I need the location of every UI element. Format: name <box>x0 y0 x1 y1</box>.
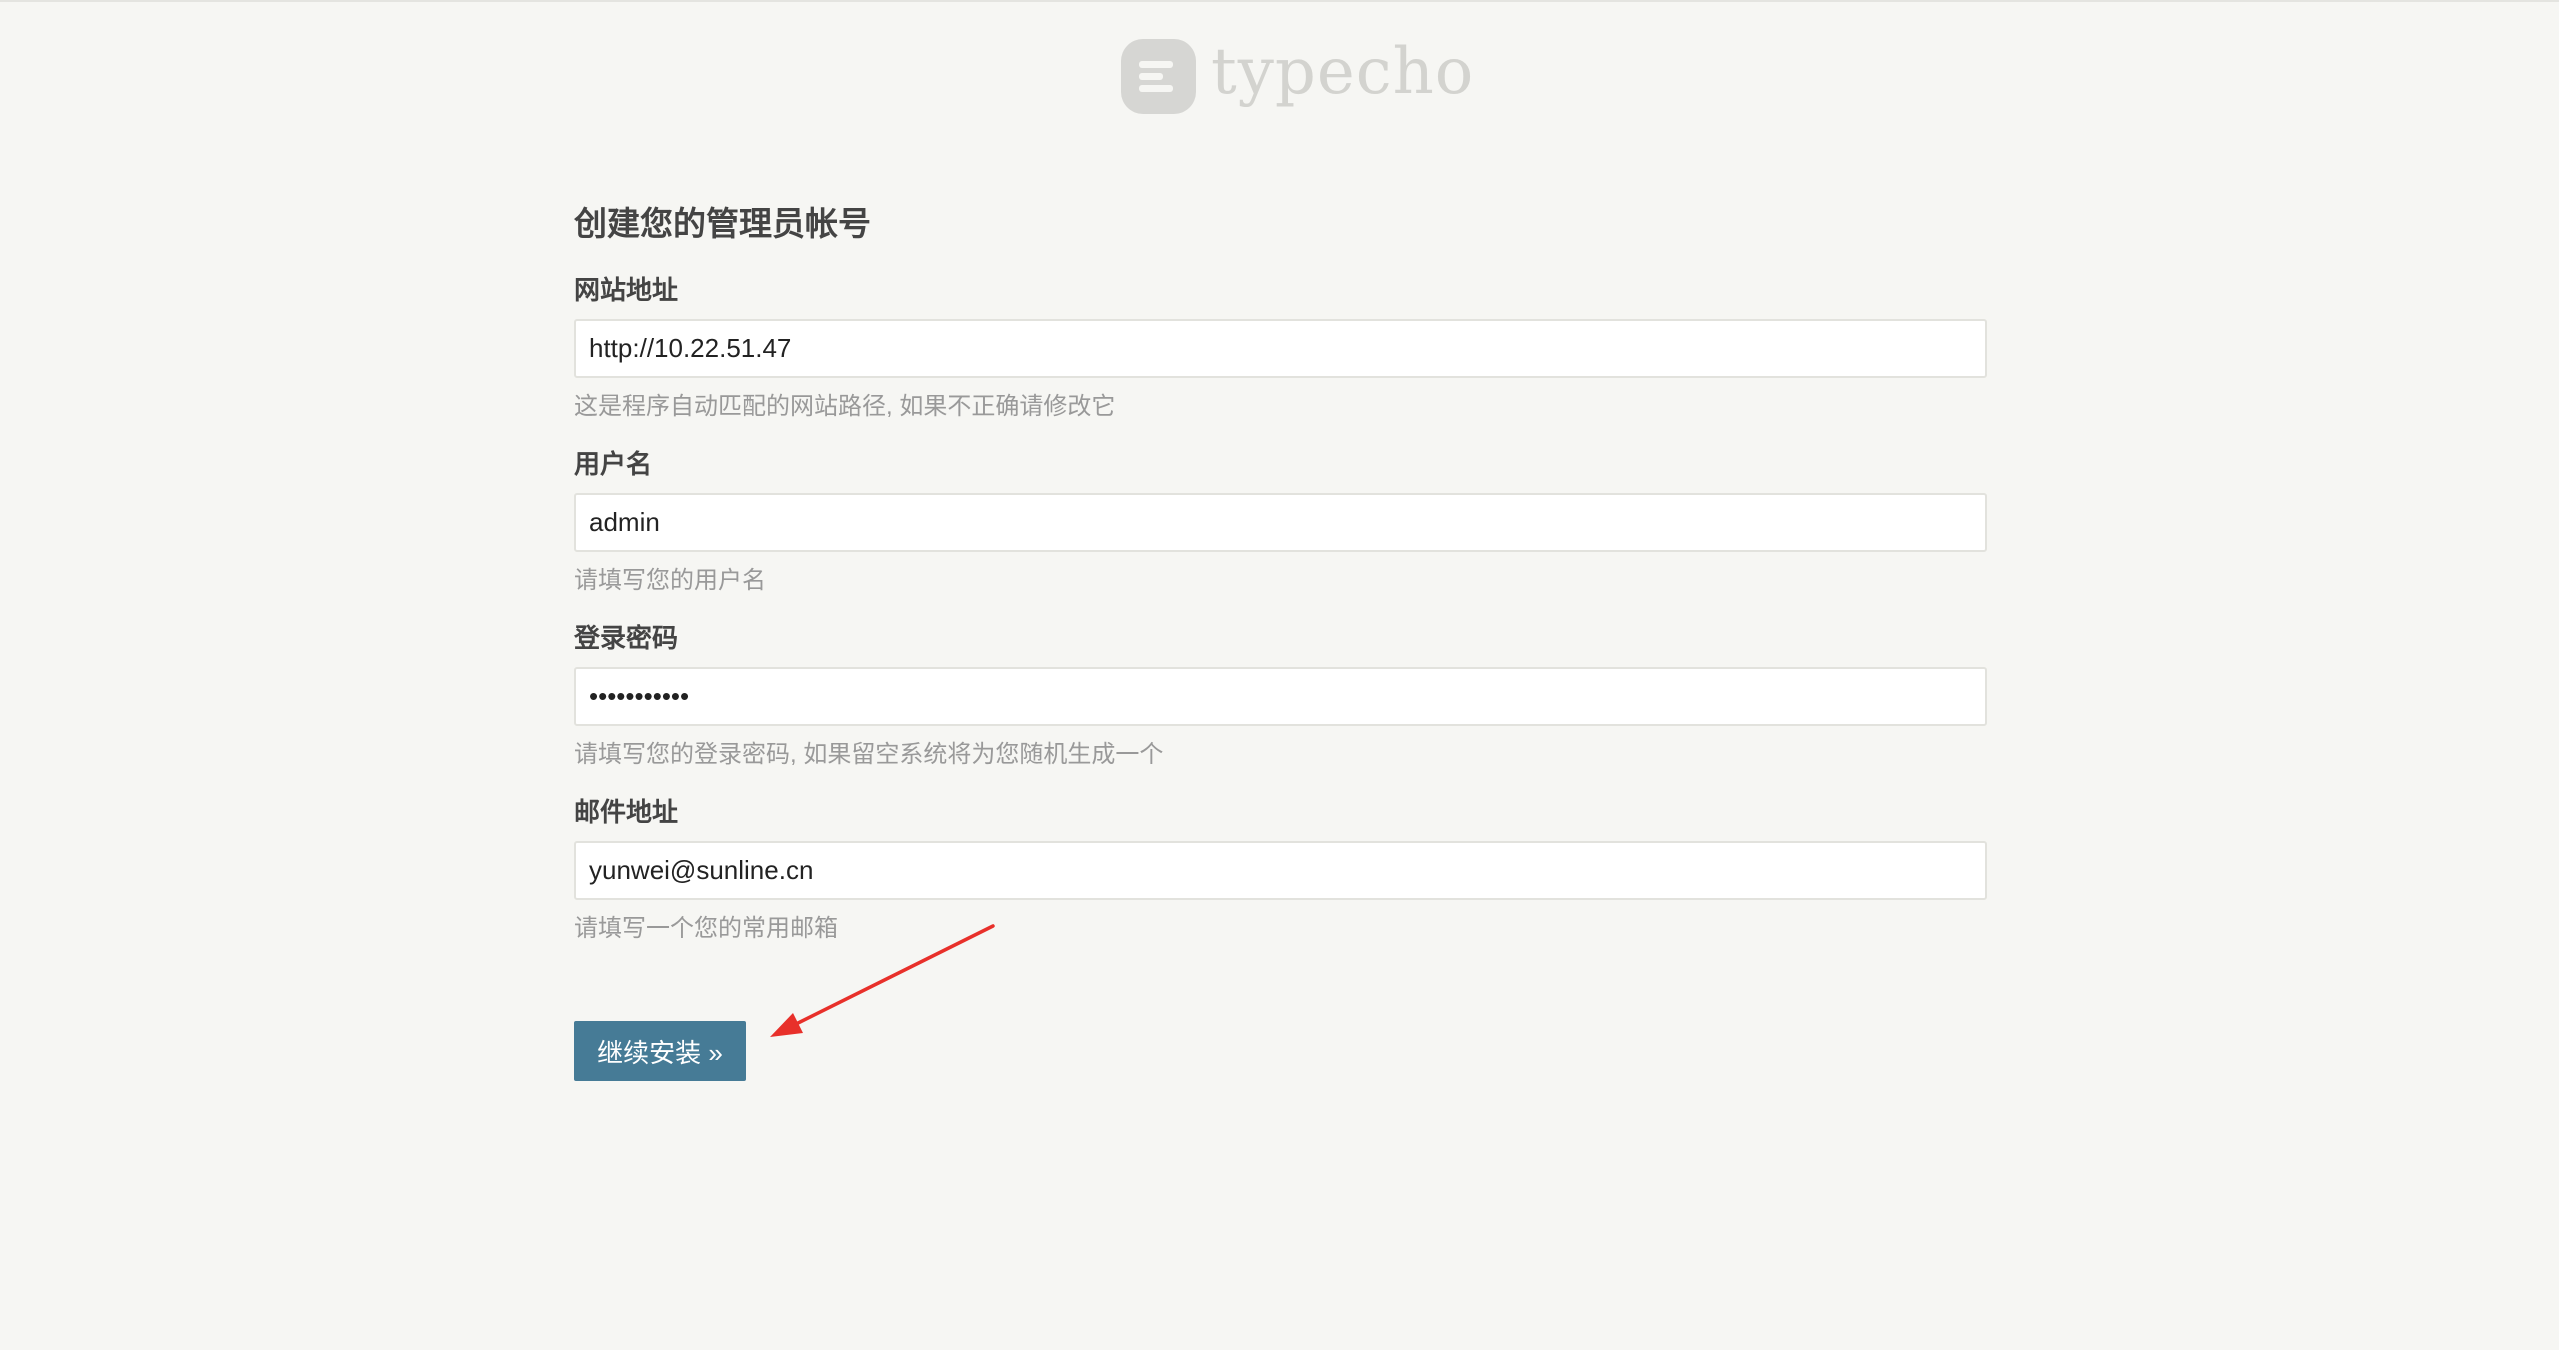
email-input[interactable] <box>574 841 1987 900</box>
email-description: 请填写一个您的常用邮箱 <box>574 915 838 942</box>
site-url-field-group: 网站地址 这是程序自动匹配的网站路径, 如果不正确请修改它 <box>574 272 1987 424</box>
email-field-group: 邮件地址 请填写一个您的常用邮箱 <box>574 794 1987 946</box>
install-form: 创建您的管理员帐号 网站地址 这是程序自动匹配的网站路径, 如果不正确请修改它 … <box>574 198 1987 946</box>
typecho-logo: typecho <box>1121 36 1474 116</box>
email-label: 邮件地址 <box>574 797 679 827</box>
password-description: 请填写您的登录密码, 如果留空系统将为您随机生成一个 <box>574 741 1164 768</box>
typecho-logo-icon <box>1121 38 1196 114</box>
password-label: 登录密码 <box>574 623 679 653</box>
username-label: 用户名 <box>574 449 653 479</box>
password-field-group: 登录密码 请填写您的登录密码, 如果留空系统将为您随机生成一个 <box>574 620 1987 772</box>
password-input[interactable] <box>574 667 1987 726</box>
site-url-description: 这是程序自动匹配的网站路径, 如果不正确请修改它 <box>574 393 1116 420</box>
username-field-group: 用户名 请填写您的用户名 <box>574 446 1987 598</box>
site-url-input[interactable] <box>574 319 1987 378</box>
page-title: 创建您的管理员帐号 <box>574 205 871 242</box>
username-input[interactable] <box>574 493 1987 552</box>
logo-text: typecho <box>1211 35 1475 109</box>
site-url-label: 网站地址 <box>574 275 679 305</box>
continue-install-button[interactable]: 继续安装 » <box>574 1021 746 1081</box>
username-description: 请填写您的用户名 <box>574 567 766 594</box>
